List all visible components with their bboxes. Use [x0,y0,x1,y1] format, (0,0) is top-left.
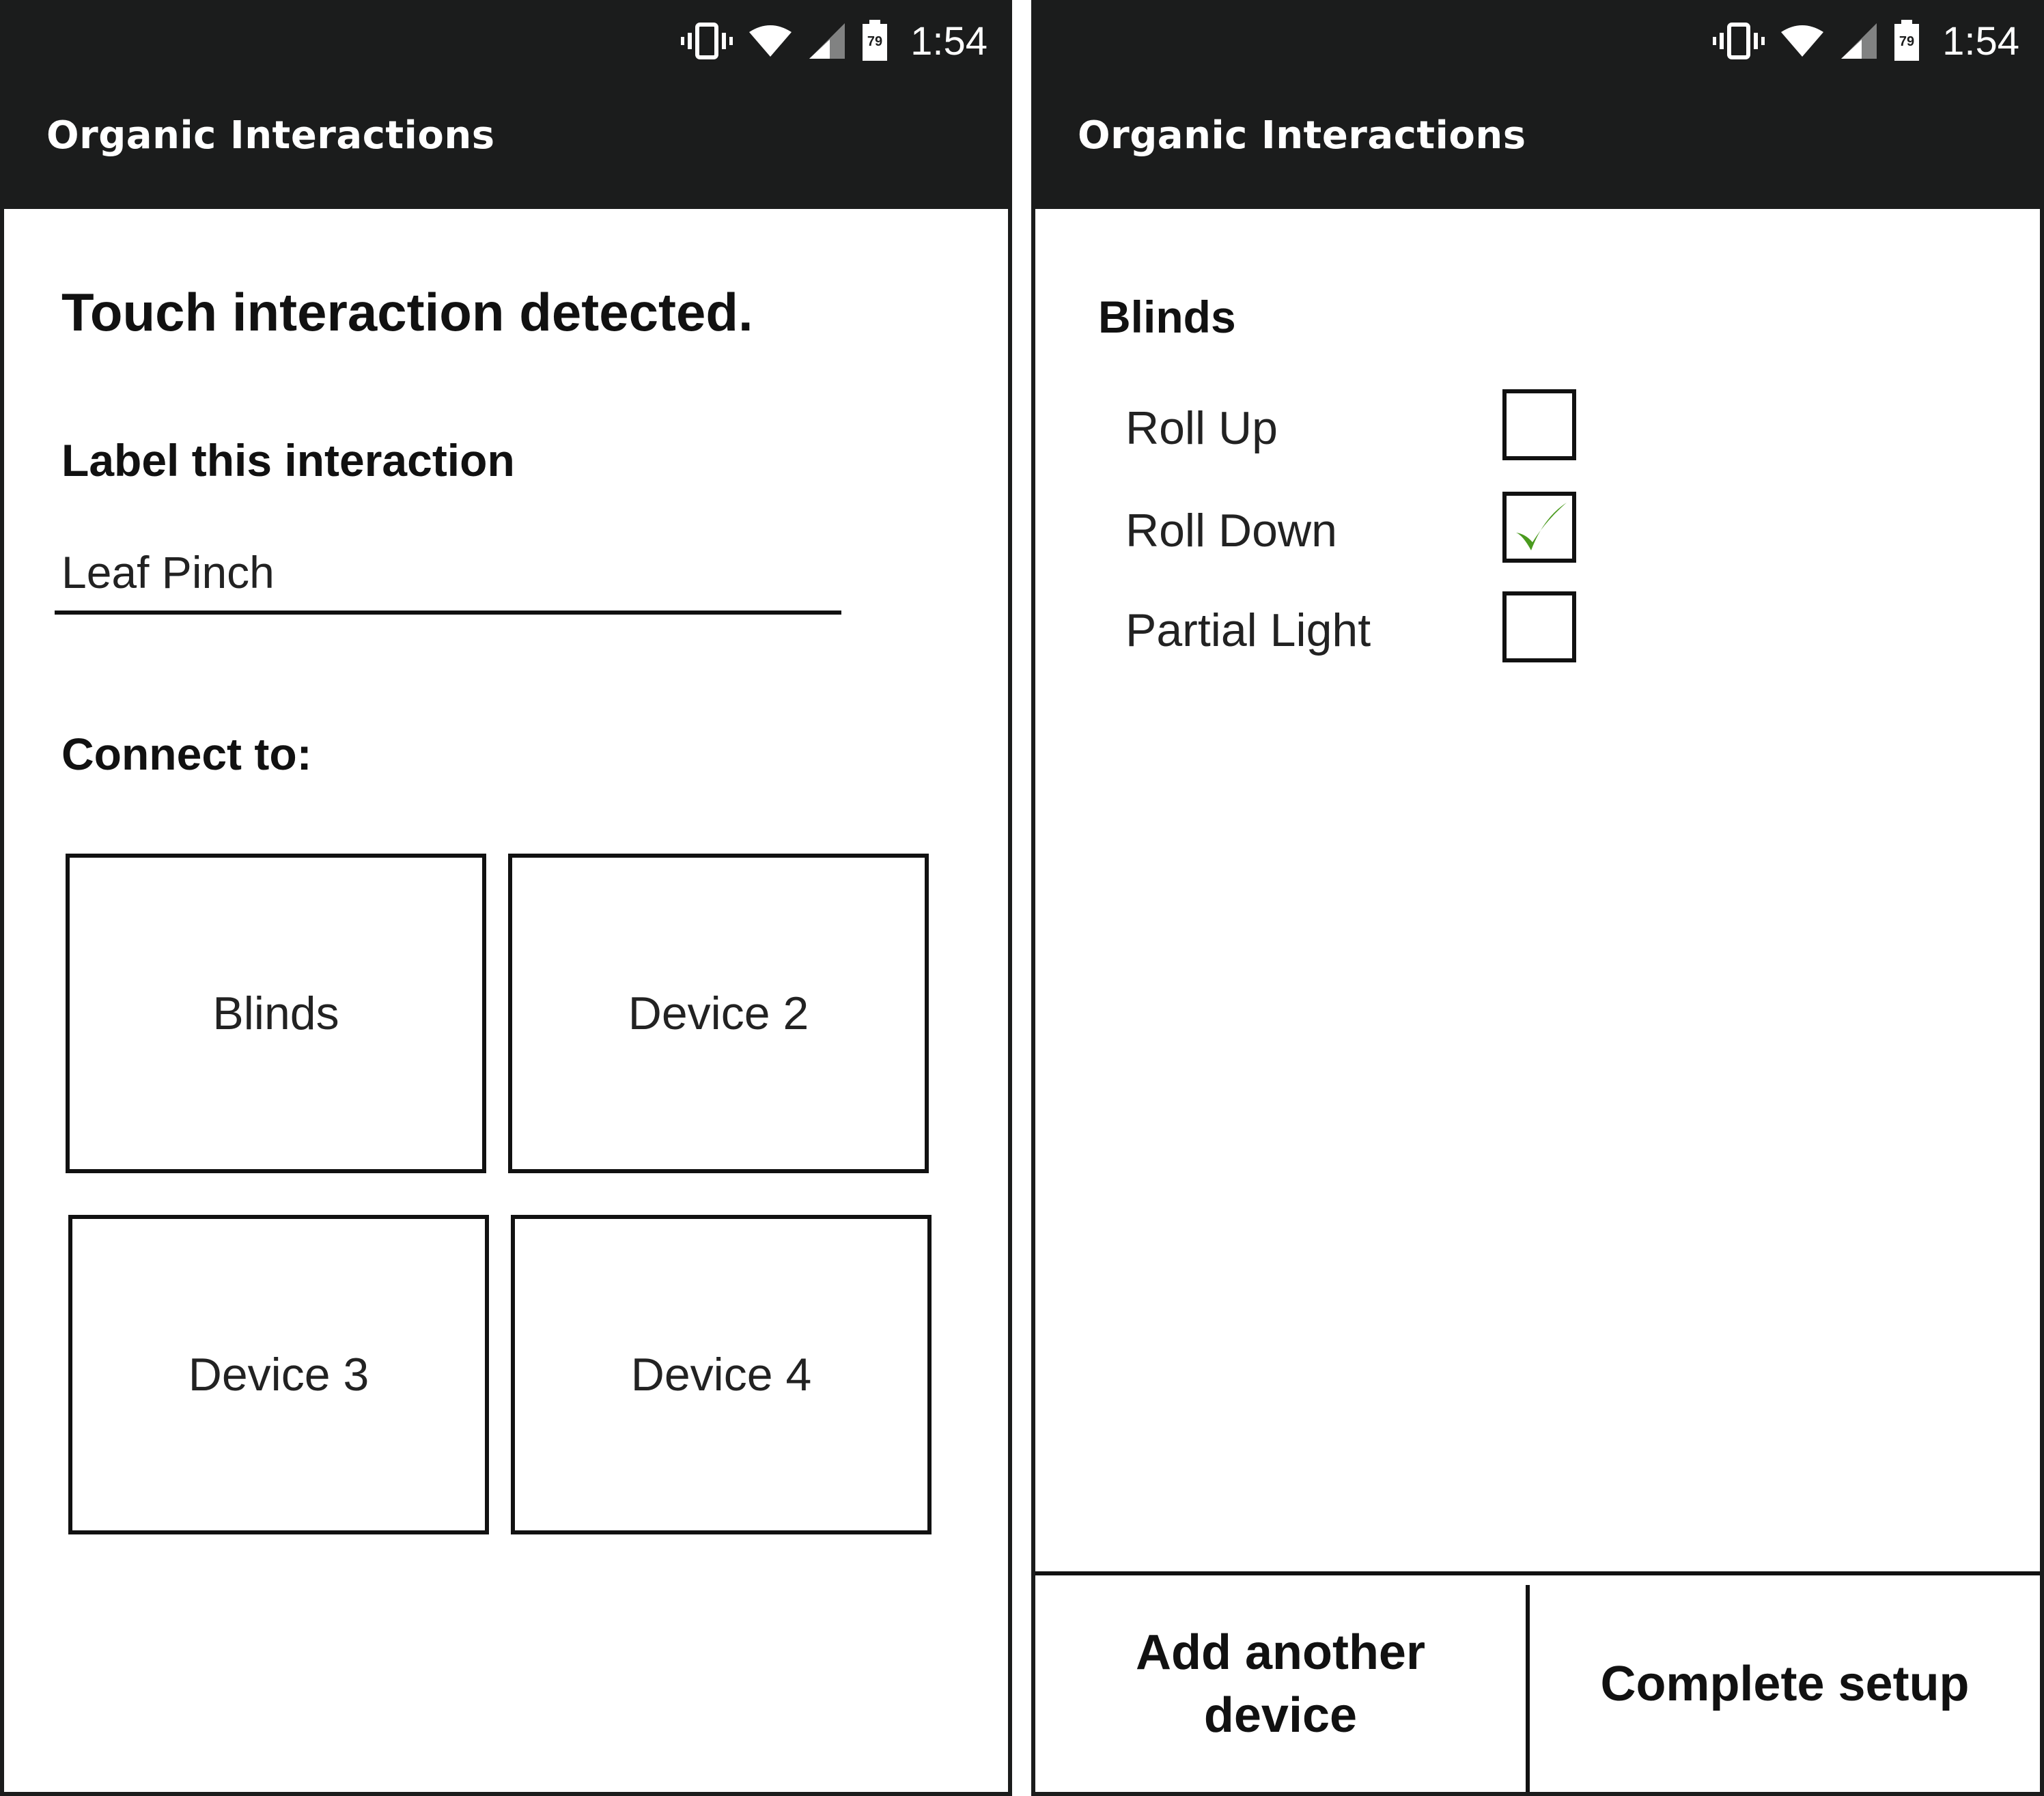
option-label: Roll Up [1125,402,1278,454]
svg-text:79: 79 [867,34,882,49]
complete-setup-button[interactable]: Complete setup [1530,1575,2040,1792]
option-row-partial-light: Partial Light [1125,591,1945,665]
clock: 1:54 [1942,18,2019,64]
cell-signal-icon [1840,22,1878,60]
option-label: Partial Light [1125,604,1371,656]
option-label: Roll Down [1125,505,1337,557]
label-prompt: Label this interaction [61,435,515,486]
device-tile-device-2[interactable]: Device 2 [508,854,929,1173]
interaction-label-input[interactable] [55,534,841,615]
device-tile-device-4[interactable]: Device 4 [511,1215,932,1534]
battery-icon: 79 [1893,20,1920,62]
connect-to-label: Connect to: [61,729,312,779]
bottom-action-bar: Add another device Complete setup [1035,1571,2040,1792]
app-title: Organic Interactions [46,113,495,158]
vibrate-icon [1713,22,1765,60]
device-tile-blinds[interactable]: Blinds [66,854,486,1173]
add-button-line-2: device [1203,1687,1358,1743]
battery-icon: 79 [861,20,888,62]
checkmark-icon [1516,503,1567,550]
option-row-roll-down: Roll Down [1125,492,1945,565]
wifi-icon [1780,24,1825,58]
clock: 1:54 [910,18,988,64]
status-bar: 79 1:54 [1713,14,2019,68]
detection-heading: Touch interaction detected. [61,282,753,342]
partial-light-checkbox[interactable] [1502,591,1576,662]
add-another-device-button[interactable]: Add another device [1035,1575,1526,1792]
device-heading: Blinds [1098,292,1236,342]
phone-screen-device-actions: 79 1:54 Organic Interactions Blinds Roll… [1031,0,2044,1796]
roll-down-checkbox[interactable] [1502,492,1576,563]
phone-screen-label-interaction: 79 1:54 Organic Interactions Touch inter… [0,0,1012,1796]
option-row-roll-up: Roll Up [1125,389,1945,463]
add-button-line-1: Add another [1136,1625,1425,1680]
roll-up-checkbox[interactable] [1502,389,1576,460]
app-bar: 79 1:54 Organic Interactions [1035,4,2040,209]
app-bar: 79 1:54 Organic Interactions [4,4,1008,209]
device-tile-device-3[interactable]: Device 3 [68,1215,489,1534]
wifi-icon [748,24,793,58]
vibrate-icon [681,22,733,60]
svg-text:79: 79 [1899,34,1914,49]
app-title: Organic Interactions [1078,113,1526,158]
cell-signal-icon [808,22,846,60]
status-bar: 79 1:54 [681,14,988,68]
